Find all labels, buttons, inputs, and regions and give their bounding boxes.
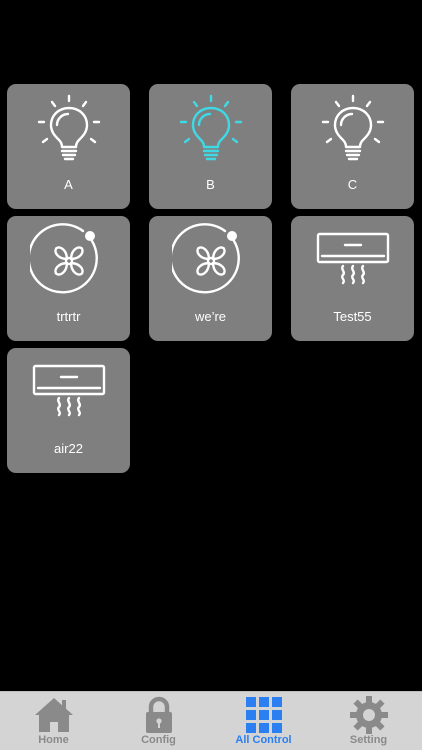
bulb-icon (321, 94, 384, 161)
lock-icon (145, 696, 172, 733)
gear-icon (349, 696, 388, 734)
device-label: B (206, 177, 215, 192)
home-icon (34, 698, 73, 732)
grid-icon (245, 697, 282, 733)
tab-config[interactable]: Config (106, 692, 211, 750)
device-label: C (347, 177, 358, 192)
device-tile-trtrtr[interactable]: trtrtr (7, 216, 130, 341)
device-label: Test55 (333, 309, 372, 324)
fan-icon (29, 223, 98, 294)
tab-label: Home (38, 734, 69, 746)
device-label: A (64, 177, 73, 192)
device-tile-b[interactable]: B (149, 84, 272, 209)
bulb-icon (179, 94, 242, 161)
device-tile-test55[interactable]: Test55 (291, 216, 414, 341)
tab-all-control[interactable]: All Control (211, 692, 316, 750)
tab-setting[interactable]: Setting (316, 692, 421, 750)
device-label: trtrtr (56, 309, 81, 324)
tab-label: All Control (235, 734, 292, 746)
fan-icon (171, 223, 240, 294)
device-tile-air22[interactable]: air22 (7, 348, 130, 473)
bulb-icon (37, 94, 100, 161)
device-tile-c[interactable]: C (291, 84, 414, 209)
air-conditioner-icon (316, 232, 389, 285)
device-label: air22 (54, 441, 83, 456)
device-tile-a[interactable]: A (7, 84, 130, 209)
device-label: we’re (194, 309, 227, 324)
tab-bar: Home Config All Control Setting (0, 691, 422, 750)
device-tile-were[interactable]: we’re (149, 216, 272, 341)
tab-label: Config (141, 734, 176, 746)
air-conditioner-icon (32, 364, 105, 417)
tab-label: Setting (349, 734, 388, 746)
tab-home[interactable]: Home (1, 692, 106, 750)
